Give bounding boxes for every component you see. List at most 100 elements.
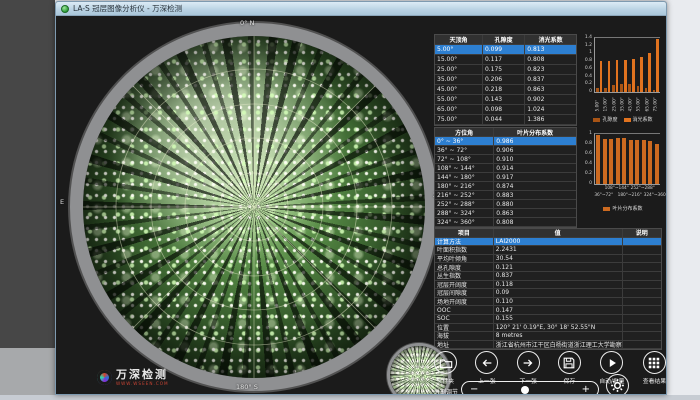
table-cell bbox=[623, 332, 661, 340]
table-row[interactable]: 36° ~ 72°0.906 bbox=[435, 146, 576, 155]
chart-x-labels: 5.00°15.00°25.00°35.00°45.00°55.00°65.00… bbox=[594, 94, 660, 112]
segmentation-slider[interactable]: − + bbox=[461, 381, 599, 395]
y-axis-tick: 0.6 bbox=[580, 66, 592, 71]
bar bbox=[648, 53, 651, 92]
view-results-button[interactable]: 查看结果 bbox=[643, 351, 666, 385]
table-row[interactable]: 冠层间隙度0.09 bbox=[435, 289, 661, 298]
table-cell bbox=[623, 238, 661, 246]
table-cell: 0.044 bbox=[483, 115, 525, 124]
compass-east-label: E bbox=[60, 198, 64, 206]
table-row[interactable]: 海拔8 metres bbox=[435, 332, 661, 341]
table-cell: 0.155 bbox=[494, 315, 623, 323]
table-row[interactable]: 45.00°0.2180.863 bbox=[435, 85, 576, 95]
table-cell: 0.863 bbox=[525, 85, 576, 94]
table-row[interactable]: 35.00°0.2060.837 bbox=[435, 75, 576, 85]
table-cell bbox=[623, 341, 661, 349]
table-cell: 0.117 bbox=[483, 55, 525, 64]
table-cell: 0.910 bbox=[494, 155, 576, 163]
table-row[interactable]: 5.00°0.0990.813 bbox=[435, 45, 576, 55]
table-cell: 浙江省杭州市江干区白杨街道浙江理工大学勘察测绘院 bbox=[494, 341, 623, 349]
table-row[interactable]: 252° ~ 288°0.880 bbox=[435, 200, 576, 209]
slider-knob[interactable] bbox=[521, 386, 529, 394]
azimuth-angle-table: 方位角叶片分布系数0° ~ 36°0.98636° ~ 72°0.90672° … bbox=[434, 127, 577, 228]
table-cell: 叶片分布系数 bbox=[494, 128, 576, 136]
table-row[interactable]: 65.00°0.0981.024 bbox=[435, 105, 576, 115]
table-row[interactable]: 0° ~ 36°0.986 bbox=[435, 137, 576, 146]
table-cell: OOC bbox=[435, 306, 494, 314]
grid-icon bbox=[647, 356, 661, 370]
bar bbox=[629, 140, 633, 184]
table-row[interactable]: 72° ~ 108°0.910 bbox=[435, 155, 576, 164]
table-header-row: 方位角叶片分布系数 bbox=[435, 128, 576, 137]
table-row[interactable]: 总孔隙度0.121 bbox=[435, 263, 661, 272]
segmentation-slider-label: 分割调节 bbox=[434, 387, 458, 395]
table-row[interactable]: 180° ~ 216°0.874 bbox=[435, 182, 576, 191]
table-cell: 8 metres bbox=[494, 332, 623, 340]
table-cell: 252° ~ 288° bbox=[435, 200, 494, 208]
bar bbox=[635, 140, 639, 184]
table-cell: 值 bbox=[494, 229, 623, 237]
table-cell: 平均叶倾角 bbox=[435, 255, 494, 263]
desktop-area bbox=[0, 0, 55, 348]
folder-button[interactable]: 文件夹 bbox=[434, 351, 457, 385]
table-row[interactable]: 地址浙江省杭州市江干区白杨街道浙江理工大学勘察测绘院 bbox=[435, 341, 661, 350]
table-row[interactable]: 55.00°0.1430.902 bbox=[435, 95, 576, 105]
table-row[interactable]: SOC0.155 bbox=[435, 315, 661, 324]
table-cell: 0.175 bbox=[483, 65, 525, 74]
app-window: LA-S 冠层图像分析仪 - 万深检测 bbox=[55, 1, 667, 395]
table-row[interactable]: 冠层开阔度0.118 bbox=[435, 281, 661, 290]
porosity-extinction-chart: 5.00°15.00°25.00°35.00°45.00°55.00°65.00… bbox=[580, 33, 666, 128]
bar bbox=[616, 60, 619, 92]
save-button[interactable]: 保存 bbox=[558, 351, 581, 385]
settings-button[interactable]: 设置 bbox=[606, 374, 629, 395]
bar-group bbox=[642, 140, 646, 184]
desktop-area bbox=[0, 348, 55, 400]
table-cell: 0.906 bbox=[494, 146, 576, 154]
table-cell: 0.121 bbox=[494, 263, 623, 271]
table-cell: 65.00° bbox=[435, 105, 483, 114]
table-row[interactable]: 丛生指数0.837 bbox=[435, 272, 661, 281]
table-cell: 72° ~ 108° bbox=[435, 155, 494, 163]
table-cell: 0.914 bbox=[494, 164, 576, 172]
slider-plus-button[interactable]: + bbox=[582, 383, 590, 395]
y-axis-tick: 0.4 bbox=[580, 161, 592, 166]
slider-minus-button[interactable]: − bbox=[470, 383, 478, 395]
table-row[interactable]: OOC0.147 bbox=[435, 306, 661, 315]
table-row[interactable]: 75.00°0.0441.386 bbox=[435, 115, 576, 125]
table-row[interactable]: 15.00°0.1170.808 bbox=[435, 55, 576, 65]
brand-url: WWW.WSEEN.COM bbox=[116, 381, 169, 386]
table-row[interactable]: 计算方法LAI2000 bbox=[435, 238, 661, 247]
table-row[interactable]: 288° ~ 324°0.863 bbox=[435, 209, 576, 218]
table-cell: 0.118 bbox=[494, 281, 623, 289]
table-cell: 1.386 bbox=[525, 115, 576, 124]
table-cell: 288° ~ 324° bbox=[435, 209, 494, 217]
table-cell: 144° ~ 180° bbox=[435, 173, 494, 181]
table-cell: SOC bbox=[435, 315, 494, 323]
table-cell: 5.00° bbox=[435, 45, 483, 54]
previous-image-button[interactable]: 上一张 bbox=[475, 351, 498, 385]
table-row[interactable]: 叶面积指数2.2431 bbox=[435, 246, 661, 255]
table-cell bbox=[623, 246, 661, 254]
table-row[interactable]: 平均叶倾角30.54 bbox=[435, 255, 661, 264]
table-cell: LAI2000 bbox=[494, 238, 623, 246]
bar bbox=[640, 57, 643, 92]
zenith-angle-table: 天顶角孔隙度消光系数5.00°0.0990.81315.00°0.1170.80… bbox=[434, 34, 577, 126]
table-cell: 216° ~ 252° bbox=[435, 191, 494, 199]
table-row[interactable]: 324° ~ 360°0.808 bbox=[435, 218, 576, 227]
table-row[interactable]: 108° ~ 144°0.914 bbox=[435, 164, 576, 173]
desktop: LA-S 冠层图像分析仪 - 万深检测 bbox=[0, 0, 700, 400]
x-axis-tick: 45.00° bbox=[627, 94, 635, 112]
table-row[interactable]: 25.00°0.1750.823 bbox=[435, 65, 576, 75]
table-row[interactable]: 场地开阔度0.110 bbox=[435, 298, 661, 307]
bar bbox=[596, 135, 600, 184]
table-cell: 35.00° bbox=[435, 75, 483, 84]
next-image-button[interactable]: 下一张 bbox=[517, 351, 540, 385]
table-row[interactable]: 位置120° 21' 0.19"E, 30° 18' 52.55"N bbox=[435, 324, 661, 333]
title-bar[interactable]: LA-S 冠层图像分析仪 - 万深检测 bbox=[56, 2, 666, 16]
table-row[interactable]: 144° ~ 180°0.917 bbox=[435, 173, 576, 182]
table-cell: 0.813 bbox=[525, 45, 576, 54]
table-row[interactable]: 216° ~ 252°0.883 bbox=[435, 191, 576, 200]
y-axis-tick: 1.4 bbox=[580, 35, 592, 40]
bar-group bbox=[609, 139, 613, 185]
table-cell: 0.808 bbox=[494, 218, 576, 226]
